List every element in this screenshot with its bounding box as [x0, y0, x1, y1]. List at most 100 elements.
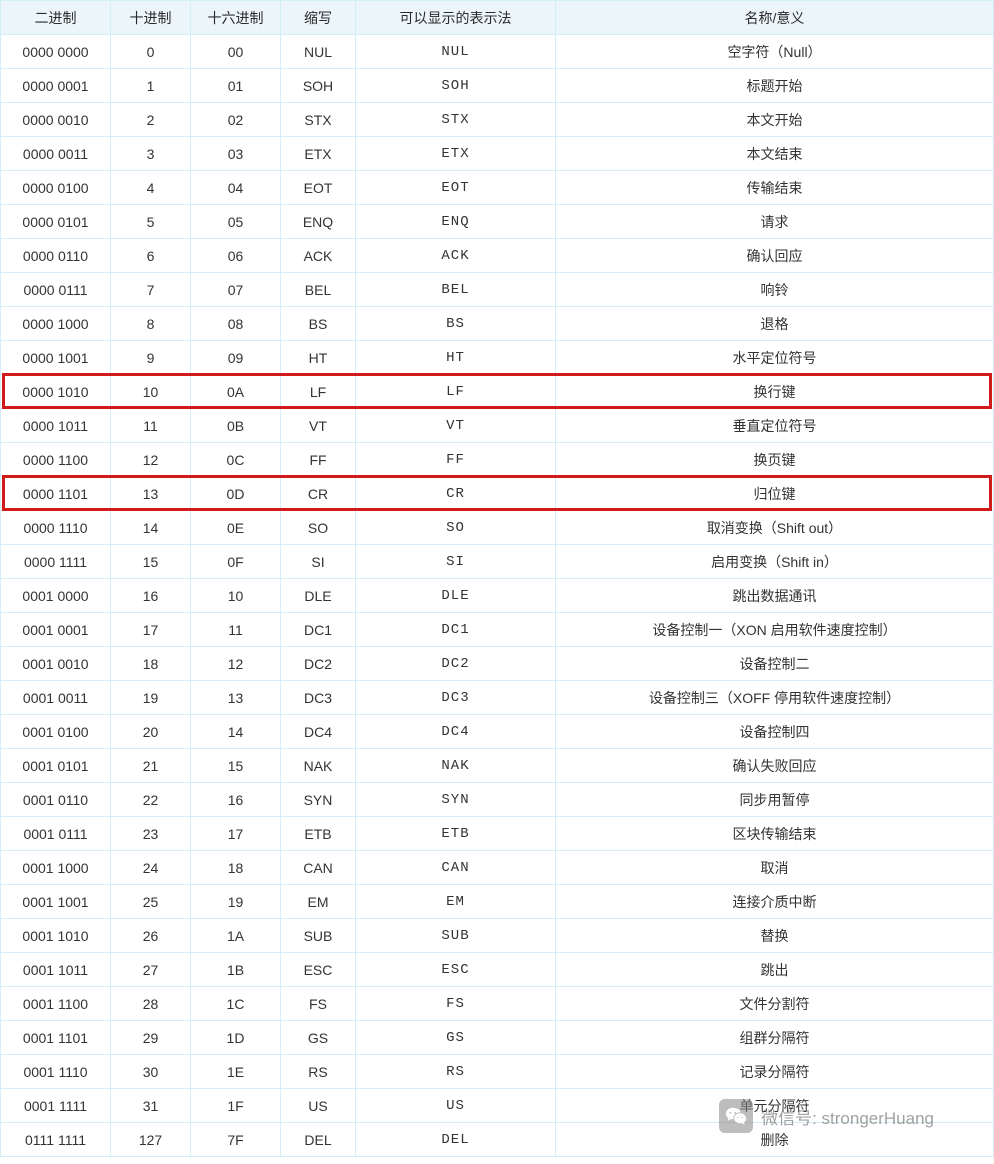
table-row: 0000 0000000NULNUL空字符（Null）	[1, 35, 994, 69]
cell-hex: 12	[191, 647, 281, 681]
cell-hex: 1D	[191, 1021, 281, 1055]
cell-display: RS	[356, 1055, 556, 1089]
table-row: 0001 00101812DC2DC2设备控制二	[1, 647, 994, 681]
cell-decimal: 16	[111, 579, 191, 613]
cell-binary: 0001 1001	[1, 885, 111, 919]
cell-decimal: 12	[111, 443, 191, 477]
table-body: 0000 0000000NULNUL空字符（Null）0000 0001101S…	[1, 35, 994, 1157]
cell-name: 记录分隔符	[556, 1055, 994, 1089]
cell-binary: 0000 0011	[1, 137, 111, 171]
cell-abbr: SI	[281, 545, 356, 579]
cell-binary: 0001 0000	[1, 579, 111, 613]
table-row: 0001 1101291DGSGS组群分隔符	[1, 1021, 994, 1055]
cell-binary: 0001 0011	[1, 681, 111, 715]
cell-decimal: 5	[111, 205, 191, 239]
cell-binary: 0000 1000	[1, 307, 111, 341]
cell-abbr: EOT	[281, 171, 356, 205]
table-row: 0000 0001101SOHSOH标题开始	[1, 69, 994, 103]
cell-display: US	[356, 1089, 556, 1123]
cell-abbr: CAN	[281, 851, 356, 885]
cell-display: HT	[356, 341, 556, 375]
table-row: 0001 10012519EMEM连接介质中断	[1, 885, 994, 919]
cell-hex: 15	[191, 749, 281, 783]
cell-hex: 10	[191, 579, 281, 613]
cell-display: SUB	[356, 919, 556, 953]
cell-name: 请求	[556, 205, 994, 239]
cell-display: EM	[356, 885, 556, 919]
cell-decimal: 26	[111, 919, 191, 953]
cell-hex: 17	[191, 817, 281, 851]
cell-binary: 0001 1101	[1, 1021, 111, 1055]
cell-display: CR	[356, 477, 556, 511]
cell-decimal: 14	[111, 511, 191, 545]
ascii-control-table-wrapper: 二进制 十进制 十六进制 缩写 可以显示的表示法 名称/意义 0000 0000…	[0, 0, 994, 1157]
cell-name: 设备控制三（XOFF 停用软件速度控制）	[556, 681, 994, 715]
cell-name: 替换	[556, 919, 994, 953]
cell-binary: 0000 0000	[1, 35, 111, 69]
cell-hex: 09	[191, 341, 281, 375]
cell-abbr: ACK	[281, 239, 356, 273]
cell-name: 组群分隔符	[556, 1021, 994, 1055]
cell-decimal: 6	[111, 239, 191, 273]
cell-name: 文件分割符	[556, 987, 994, 1021]
cell-name: 区块传输结束	[556, 817, 994, 851]
cell-display: STX	[356, 103, 556, 137]
ascii-control-table: 二进制 十进制 十六进制 缩写 可以显示的表示法 名称/意义 0000 0000…	[0, 0, 994, 1157]
table-row: 0001 01012115NAKNAK确认失败回应	[1, 749, 994, 783]
cell-abbr: RS	[281, 1055, 356, 1089]
cell-abbr: SO	[281, 511, 356, 545]
cell-binary: 0000 1111	[1, 545, 111, 579]
cell-decimal: 28	[111, 987, 191, 1021]
cell-abbr: LF	[281, 375, 356, 409]
cell-hex: 1E	[191, 1055, 281, 1089]
cell-decimal: 23	[111, 817, 191, 851]
cell-decimal: 27	[111, 953, 191, 987]
cell-name: 设备控制一（XON 启用软件速度控制）	[556, 613, 994, 647]
cell-abbr: NAK	[281, 749, 356, 783]
cell-hex: 05	[191, 205, 281, 239]
cell-binary: 0001 0101	[1, 749, 111, 783]
cell-hex: 01	[191, 69, 281, 103]
cell-display: DC2	[356, 647, 556, 681]
cell-hex: 07	[191, 273, 281, 307]
cell-name: 跳出数据通讯	[556, 579, 994, 613]
cell-name: 确认失败回应	[556, 749, 994, 783]
cell-display: NUL	[356, 35, 556, 69]
cell-binary: 0001 0100	[1, 715, 111, 749]
header-hex: 十六进制	[191, 1, 281, 35]
cell-name: 设备控制二	[556, 647, 994, 681]
cell-abbr: DC2	[281, 647, 356, 681]
cell-decimal: 7	[111, 273, 191, 307]
cell-name: 连接介质中断	[556, 885, 994, 919]
cell-display: DC3	[356, 681, 556, 715]
cell-abbr: ETX	[281, 137, 356, 171]
cell-name: 删除	[556, 1123, 994, 1157]
cell-hex: 0C	[191, 443, 281, 477]
cell-display: ENQ	[356, 205, 556, 239]
cell-name: 单元分隔符	[556, 1089, 994, 1123]
cell-hex: 00	[191, 35, 281, 69]
cell-abbr: FF	[281, 443, 356, 477]
cell-binary: 0000 0100	[1, 171, 111, 205]
cell-hex: 11	[191, 613, 281, 647]
cell-name: 取消变换（Shift out）	[556, 511, 994, 545]
cell-binary: 0111 1111	[1, 1123, 111, 1157]
cell-display: GS	[356, 1021, 556, 1055]
cell-display: FF	[356, 443, 556, 477]
cell-hex: 1C	[191, 987, 281, 1021]
cell-hex: 19	[191, 885, 281, 919]
cell-decimal: 29	[111, 1021, 191, 1055]
cell-name: 换页键	[556, 443, 994, 477]
cell-abbr: US	[281, 1089, 356, 1123]
cell-hex: 0F	[191, 545, 281, 579]
cell-decimal: 30	[111, 1055, 191, 1089]
cell-decimal: 25	[111, 885, 191, 919]
cell-name: 取消	[556, 851, 994, 885]
cell-binary: 0001 0010	[1, 647, 111, 681]
cell-abbr: SUB	[281, 919, 356, 953]
cell-abbr: ESC	[281, 953, 356, 987]
cell-hex: 1A	[191, 919, 281, 953]
cell-hex: 14	[191, 715, 281, 749]
cell-binary: 0000 1110	[1, 511, 111, 545]
cell-binary: 0001 0001	[1, 613, 111, 647]
